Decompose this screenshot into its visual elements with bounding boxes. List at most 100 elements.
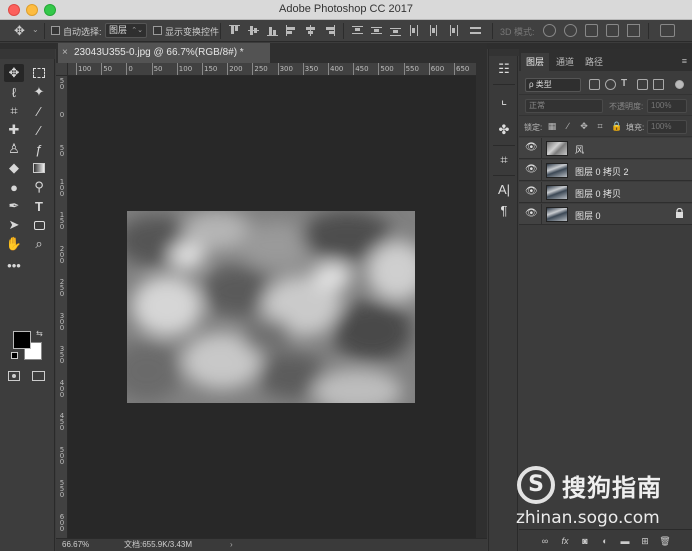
clone-stamp-icon[interactable]: ♙ [4,140,24,158]
gradient-icon[interactable] [29,159,49,177]
filter-type-icon[interactable]: T [621,79,632,90]
layer-row[interactable]: 👁 图层 0 拷贝 [519,182,692,203]
roll-3d-icon[interactable] [564,24,577,37]
fill-field[interactable]: 100% [647,120,687,134]
distribute-vcenter-icon[interactable] [371,25,382,36]
lock-transparent-icon[interactable]: ▦ [547,121,557,131]
orbit-3d-icon[interactable] [543,24,556,37]
type-icon[interactable]: T [29,197,49,215]
add-mask-icon[interactable]: ◙ [579,535,591,547]
layer-row[interactable]: 👁 图层 0 [519,204,692,225]
history-brush-icon[interactable]: ƒ [29,140,49,158]
opacity-field[interactable]: 100% [647,99,687,113]
filter-adjustment-icon[interactable] [605,79,616,90]
lock-position-icon[interactable]: ✥ [579,121,589,131]
auto-select-dropdown[interactable]: 图层 ⌃⌄ [105,23,147,38]
crop-panel-icon[interactable]: ⌗ [496,152,512,168]
character-icon[interactable]: A| [496,182,512,198]
ruler-origin[interactable] [56,63,68,76]
vertical-ruler[interactable]: 5 0 0 5 0 1 0 0 1 5 0 2 0 0 2 5 0 3 0 0 3 5 0 4 0… [56,76,68,538]
crop-icon[interactable]: ⌗ [4,102,24,120]
slide-3d-icon[interactable] [606,24,619,37]
new-group-icon[interactable]: ▬ [619,535,631,547]
distribute-bottom-icon[interactable] [390,25,401,36]
horizontal-ruler[interactable]: 100 50 0 50 100 150 200 250 300 350 400 450 500 550 60… [68,63,476,76]
status-menu-arrow[interactable]: › [230,539,233,551]
lasso-icon[interactable]: ℓ [4,83,24,101]
document-image-clouds[interactable] [127,211,415,403]
lock-artboard-icon[interactable]: ⌗ [595,121,605,131]
panel-grip[interactable] [0,49,55,59]
align-hcenter-icon[interactable] [305,25,316,36]
distribute-top-icon[interactable] [352,25,363,36]
eraser-icon[interactable]: ◆ [4,159,24,177]
link-layers-icon[interactable]: ∞ [539,535,551,547]
align-left-icon[interactable] [286,25,297,36]
distribute-left-icon[interactable] [409,25,420,36]
visibility-eye-icon[interactable]: 👁 [525,186,538,198]
zoom-level[interactable]: 66.67% [62,539,89,551]
layer-row[interactable]: 👁 风 [519,138,692,159]
healing-brush-icon[interactable]: ✚ [4,121,24,139]
auto-select-checkbox[interactable] [51,26,60,35]
tab-channels[interactable]: 通道 [551,53,579,71]
swap-colors-icon[interactable]: ⇆ [36,329,43,338]
magic-wand-icon[interactable]: ✦ [29,83,49,101]
path-selection-icon[interactable]: ➤ [4,216,24,234]
pen-icon[interactable]: ✒ [4,197,24,215]
paragraph-icon[interactable]: ¶ [496,203,512,219]
filter-smart-object-icon[interactable] [653,79,664,90]
panel-grip[interactable] [489,49,519,56]
blend-mode-dropdown[interactable]: 正常 [525,99,603,113]
zoom-icon[interactable]: ⌕ [29,235,49,253]
close-icon[interactable]: × [62,43,68,63]
panel-menu-icon[interactable]: ≡ [682,56,687,66]
eyedropper-icon[interactable]: ⁄ [29,102,49,120]
history-icon[interactable]: ⌞ [496,92,512,108]
dodge-icon[interactable]: ⚲ [29,178,49,196]
layer-row[interactable]: 👁 图层 0 拷贝 2 [519,160,692,181]
distribute-hcenter-icon[interactable] [428,25,439,36]
visibility-eye-icon[interactable]: 👁 [525,208,538,220]
filter-shape-icon[interactable] [637,79,648,90]
distribute-right-icon[interactable] [447,25,458,36]
align-right-icon[interactable] [324,25,335,36]
properties-icon[interactable]: ☷ [496,61,512,77]
visibility-eye-icon[interactable]: 👁 [525,164,538,176]
blur-icon[interactable]: ● [4,178,24,196]
more-tools-icon[interactable]: ••• [4,256,24,274]
adjustments-icon[interactable]: ✤ [496,122,512,138]
kind-filter-dropdown[interactable]: ρ 类型 [525,78,581,92]
hand-icon[interactable]: ✋ [4,235,24,253]
canvas-area[interactable] [68,76,476,538]
move-icon[interactable]: ✥ [4,64,24,82]
align-bottom-icon[interactable] [267,25,278,36]
pan-3d-icon[interactable] [585,24,598,37]
new-adjustment-icon[interactable]: ◐ [599,535,611,547]
move-tool-preset-icon[interactable]: ✥ [14,23,30,39]
rectangle-icon[interactable] [29,216,49,234]
workspace-icon[interactable] [660,24,675,37]
quick-mask-icon[interactable] [8,371,20,381]
default-colors-icon[interactable] [11,352,18,359]
delete-layer-icon[interactable]: 🗑 [659,535,671,547]
align-top-icon[interactable] [229,25,240,36]
scale-3d-icon[interactable] [627,24,640,37]
align-vcenter-icon[interactable] [248,25,259,36]
screen-mode-icon[interactable] [32,371,45,381]
tab-paths[interactable]: 路径 [580,53,608,71]
auto-align-icon[interactable] [470,25,481,36]
new-layer-icon[interactable]: ⊞ [639,535,651,547]
tab-layers[interactable]: 图层 [521,53,550,71]
layer-style-icon[interactable]: fx [559,535,571,547]
lock-pixels-icon[interactable]: ∕ [563,121,573,131]
visibility-eye-icon[interactable]: 👁 [525,142,538,154]
foreground-color-swatch[interactable] [13,331,31,349]
chevron-down-icon[interactable]: ⌄ [32,25,39,34]
document-tab[interactable]: × 23043U355-0.jpg @ 66.7%(RGB/8#) * [58,43,270,63]
marquee-icon[interactable] [29,64,49,82]
canvas-scroll-area[interactable] [476,63,487,538]
brush-icon[interactable]: ∕ [29,121,49,139]
show-transform-checkbox[interactable] [153,26,162,35]
filter-pixel-icon[interactable] [589,79,600,90]
